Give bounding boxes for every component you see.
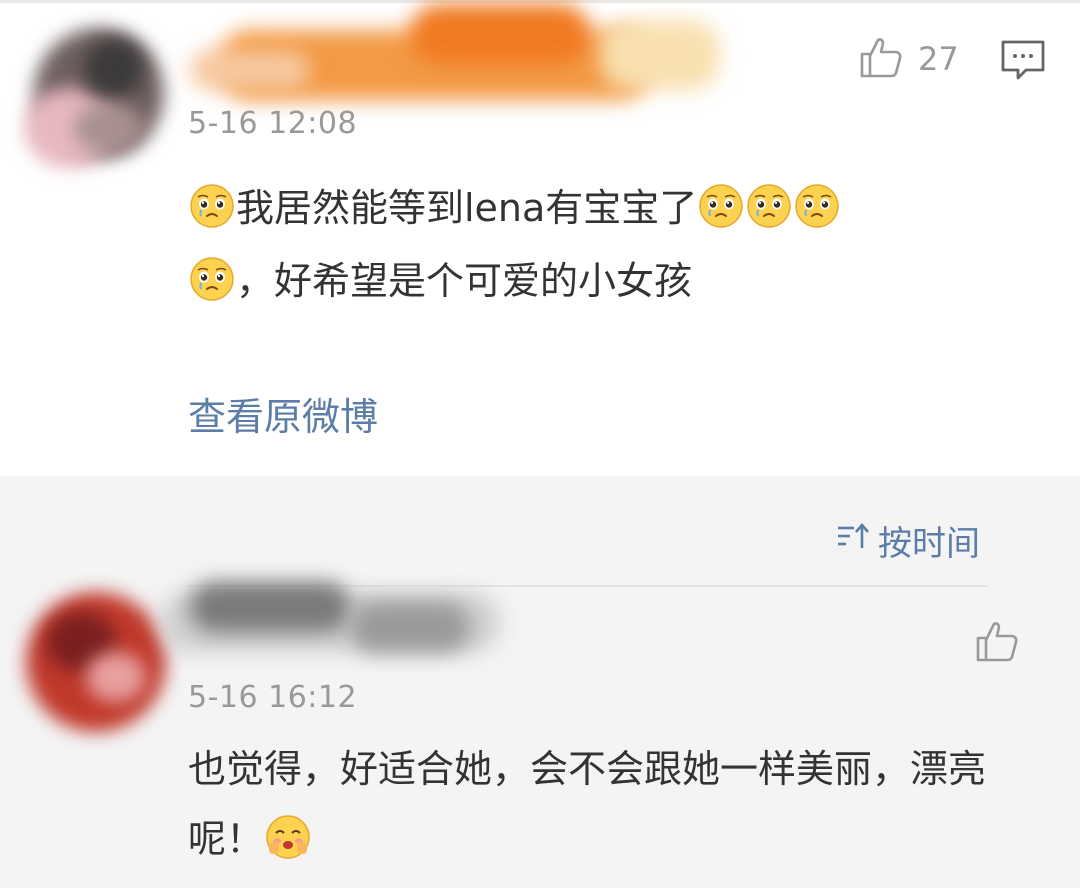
main-comment-card: 5-16 12:08 27 我居然能等到lena有宝宝了 ，好希望是个可爱的小女孩…: [0, 0, 1080, 476]
like-count: 27: [918, 40, 959, 78]
blushing-face-emoji: [265, 814, 311, 860]
comment-bubble-icon: [1000, 40, 1046, 86]
comment-text-part2: ，好希望是个可爱的小女孩: [236, 259, 693, 303]
thumbs-up-icon: [974, 618, 1020, 668]
pleading-face-emoji: [189, 256, 235, 302]
reply-text: 也觉得，好适合她，会不会跟她一样美丽，漂亮呢！: [188, 734, 1048, 874]
reply-like-button[interactable]: [974, 618, 1020, 668]
reply-time: 5-16 16:12: [188, 680, 358, 715]
pleading-face-emoji: [794, 183, 840, 229]
avatar[interactable]: [14, 8, 184, 178]
view-original-weibo-link[interactable]: 查看原微博: [188, 386, 378, 441]
reply-username[interactable]: [150, 572, 510, 682]
comment-text-part1: 我居然能等到lena有宝宝了: [236, 186, 698, 230]
reply-button[interactable]: [1000, 38, 1046, 86]
bottom-divider: [0, 888, 1080, 894]
sort-icon: [836, 520, 872, 561]
thumbs-up-icon: [858, 34, 904, 84]
pleading-face-emoji: [189, 183, 235, 229]
pleading-face-emoji: [746, 183, 792, 229]
like-button[interactable]: 27: [858, 34, 959, 84]
pleading-face-emoji: [698, 183, 744, 229]
comment-text: 我居然能等到lena有宝宝了 ，好希望是个可爱的小女孩: [188, 172, 1018, 318]
comment-time: 5-16 12:08: [188, 106, 358, 141]
sort-by-time-button[interactable]: 按时间: [836, 516, 980, 565]
sort-label: 按时间: [878, 524, 980, 564]
